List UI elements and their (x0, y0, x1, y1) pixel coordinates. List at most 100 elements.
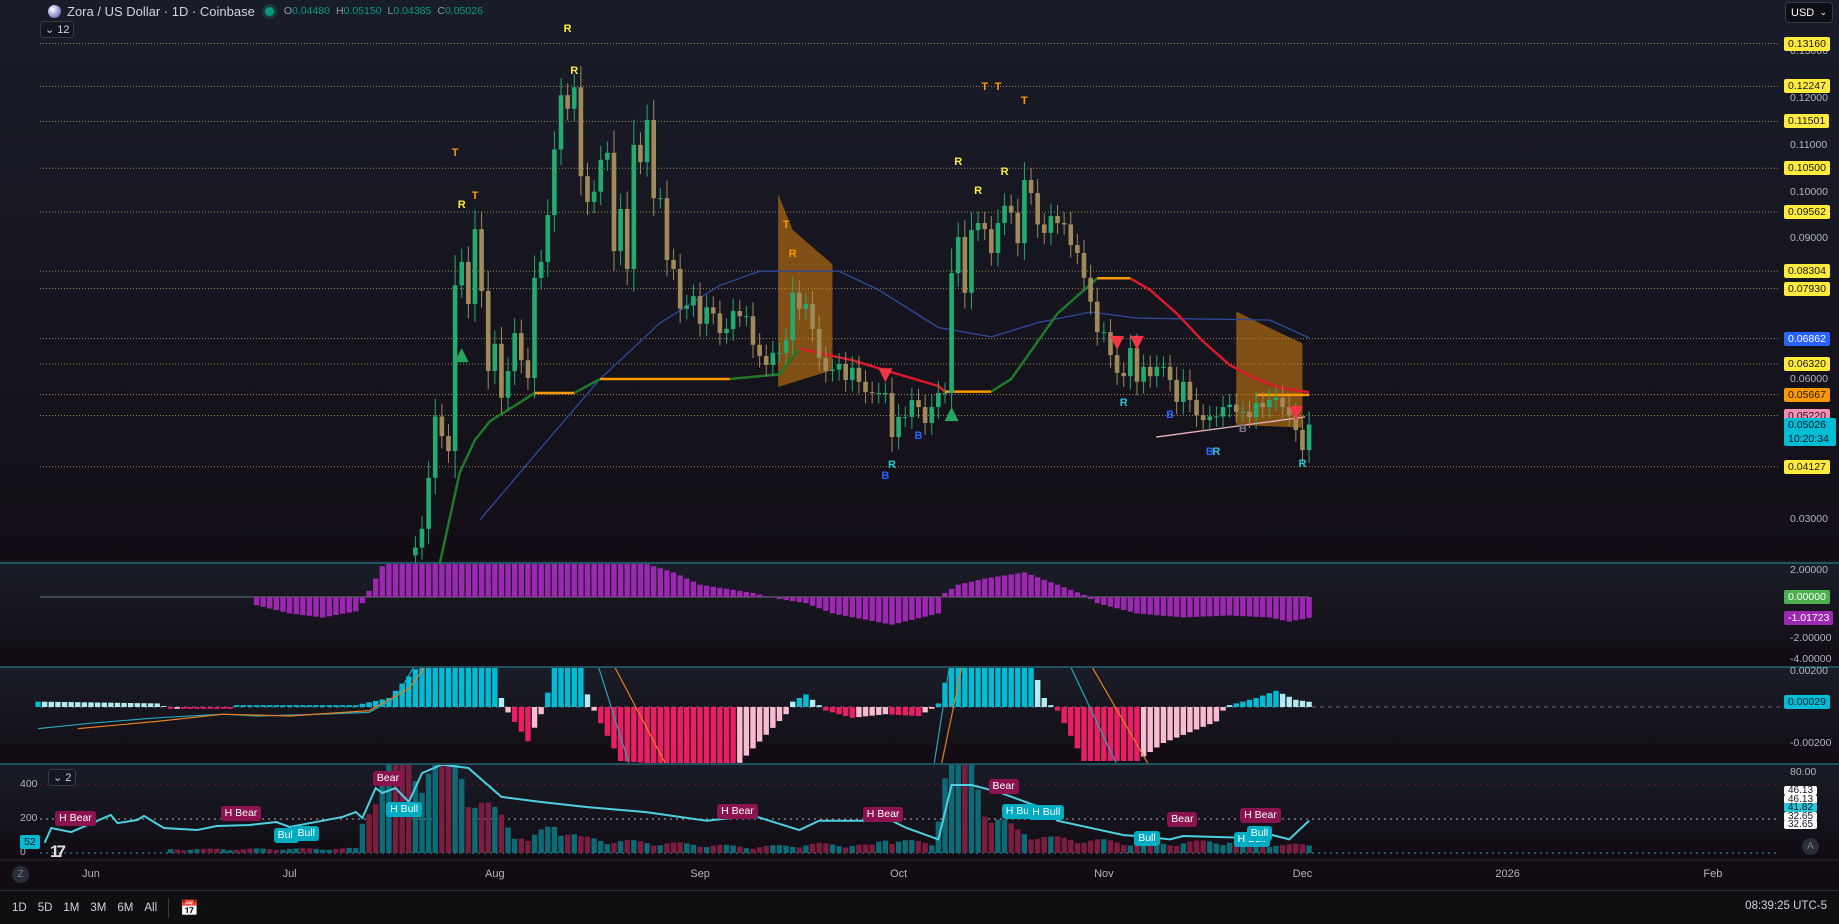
candle[interactable] (929, 394, 935, 435)
candle[interactable] (479, 211, 484, 308)
candle[interactable] (989, 215, 994, 266)
indicators-collapse-button[interactable]: ⌄ 12 (40, 21, 75, 38)
candle[interactable] (1075, 233, 1080, 265)
candle[interactable] (1147, 355, 1153, 388)
candle[interactable] (485, 271, 491, 390)
candle[interactable] (512, 318, 517, 386)
candle[interactable] (1194, 387, 1199, 427)
candle[interactable] (1154, 355, 1160, 388)
range-button-all[interactable]: All (144, 902, 157, 914)
candle[interactable] (651, 100, 656, 217)
candle[interactable] (770, 340, 776, 377)
candle[interactable] (889, 377, 895, 452)
candle[interactable] (1121, 362, 1127, 387)
candle[interactable] (757, 333, 762, 368)
candle[interactable] (724, 318, 729, 344)
candle[interactable] (916, 388, 921, 419)
candle[interactable] (697, 282, 703, 337)
candle[interactable] (1220, 395, 1226, 428)
candle[interactable] (1041, 213, 1047, 245)
candle[interactable] (975, 211, 981, 242)
candle[interactable] (1008, 194, 1014, 224)
candle[interactable] (565, 83, 570, 121)
candle[interactable] (737, 300, 743, 328)
candle[interactable] (532, 255, 537, 399)
candle[interactable] (1088, 264, 1093, 315)
candle[interactable] (519, 319, 524, 374)
candle[interactable] (525, 347, 531, 391)
candle[interactable] (982, 212, 987, 241)
candle[interactable] (949, 248, 954, 416)
candle[interactable] (439, 403, 445, 449)
candle[interactable] (744, 305, 749, 327)
range-button-1d[interactable]: 1D (12, 902, 27, 914)
candle[interactable] (955, 222, 961, 288)
candle[interactable] (499, 327, 504, 414)
candle[interactable] (552, 131, 557, 232)
candle[interactable] (472, 209, 478, 322)
candle[interactable] (432, 398, 438, 495)
candle[interactable] (684, 294, 690, 320)
pane4-collapse-button[interactable]: ⌄ 2 (48, 769, 77, 786)
candle[interactable] (691, 284, 696, 317)
candle[interactable] (598, 145, 604, 206)
candle[interactable] (611, 130, 617, 272)
candle[interactable] (1141, 354, 1146, 394)
auto-scale-button[interactable]: A (1802, 838, 1819, 855)
candle[interactable] (585, 162, 590, 215)
candle[interactable] (863, 370, 868, 404)
candle[interactable] (545, 199, 551, 277)
candle[interactable] (1174, 366, 1179, 415)
support-trendline[interactable] (1156, 416, 1306, 438)
candle[interactable] (677, 253, 683, 324)
candle[interactable] (538, 249, 544, 290)
candle[interactable] (942, 382, 948, 404)
candle[interactable] (1048, 203, 1054, 245)
candle[interactable] (419, 516, 425, 560)
candle[interactable] (1081, 239, 1087, 291)
candle[interactable] (664, 180, 670, 277)
candle[interactable] (969, 212, 974, 310)
chart-canvas[interactable]: TRTRRTRRRT TRTBBBBBRRRR (0, 0, 1839, 924)
range-button-3m[interactable]: 3M (90, 902, 106, 914)
candle[interactable] (1028, 168, 1034, 205)
candle[interactable] (459, 248, 465, 298)
candle[interactable] (1108, 319, 1113, 368)
main-price-pane[interactable]: TRTRRTRRRT TRTBBBBBRRRR (413, 23, 1312, 567)
candle[interactable] (605, 141, 610, 171)
candle[interactable] (578, 66, 584, 196)
candle[interactable] (922, 394, 928, 435)
candle[interactable] (658, 187, 663, 209)
clock-timezone[interactable]: 08:39:25 UTC-5 (1745, 900, 1827, 912)
candle[interactable] (1068, 211, 1074, 258)
candle[interactable] (591, 180, 597, 214)
zoom-reset-button[interactable]: Z (12, 866, 29, 883)
range-button-6m[interactable]: 6M (117, 902, 133, 914)
range-button-1m[interactable]: 1M (63, 902, 79, 914)
candle[interactable] (730, 298, 736, 341)
candle[interactable] (896, 404, 901, 450)
candle[interactable] (644, 104, 650, 177)
market-status-dot[interactable] (264, 6, 274, 16)
candle[interactable] (413, 536, 418, 566)
candle[interactable] (1094, 287, 1100, 346)
candle[interactable] (1002, 193, 1007, 236)
candle[interactable] (1181, 369, 1186, 415)
candle[interactable] (1214, 406, 1219, 427)
candle[interactable] (1161, 356, 1166, 378)
candle[interactable] (876, 382, 882, 404)
range-button-5d[interactable]: 5D (38, 902, 53, 914)
candle[interactable] (446, 424, 451, 463)
tradingview-logo[interactable]: 17 (50, 842, 66, 862)
candle[interactable] (1101, 321, 1107, 343)
candle[interactable] (1306, 411, 1312, 464)
candle[interactable] (1128, 334, 1133, 390)
goto-date-icon[interactable]: 📅 (180, 899, 199, 917)
candle[interactable] (638, 132, 643, 175)
candle[interactable] (671, 248, 676, 281)
candle[interactable] (995, 209, 1001, 267)
candle[interactable] (869, 381, 875, 404)
candle[interactable] (763, 344, 769, 377)
candle[interactable] (558, 78, 564, 166)
candle[interactable] (1207, 405, 1213, 431)
